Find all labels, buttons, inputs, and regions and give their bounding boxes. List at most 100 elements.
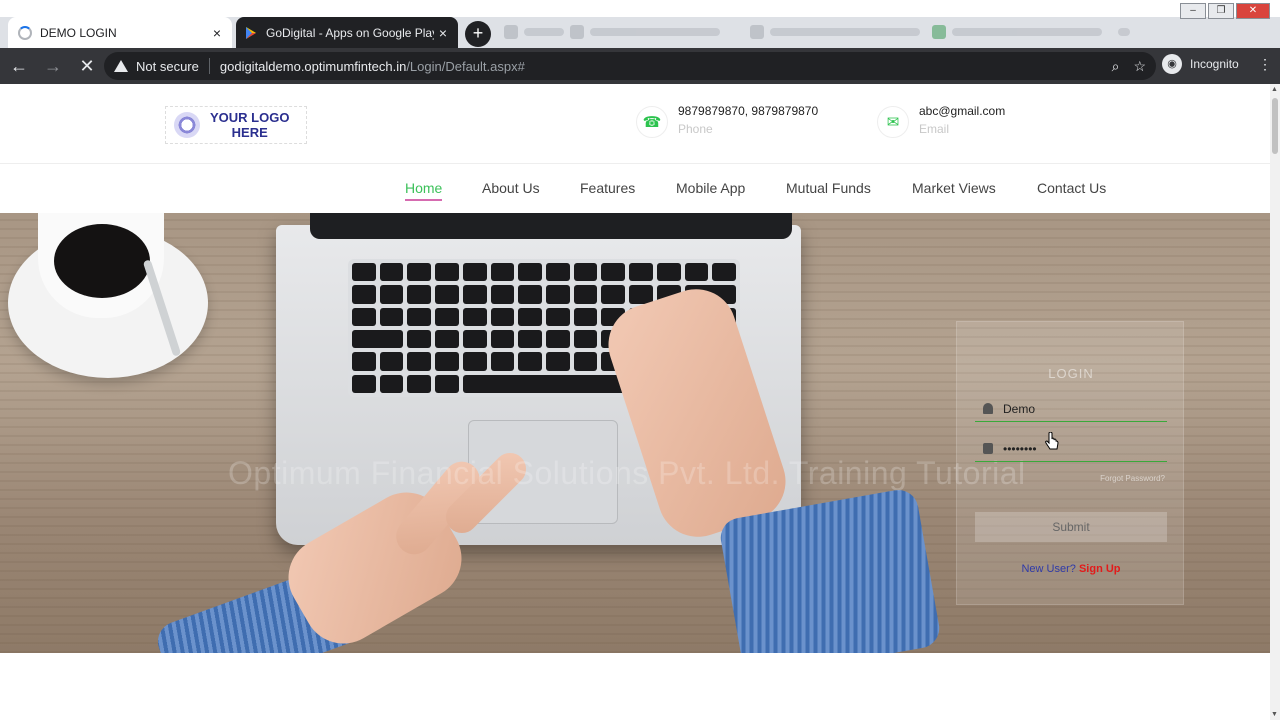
user-icon <box>983 403 993 414</box>
sign-up-link[interactable]: Sign Up <box>1079 563 1121 575</box>
forward-button[interactable]: → <box>38 51 68 81</box>
window-close-button[interactable]: ✕ <box>1236 3 1270 19</box>
zoom-icon[interactable]: ⌕ <box>1112 58 1120 75</box>
email-label: Email <box>919 122 950 136</box>
tab-close-icon[interactable]: × <box>208 25 226 41</box>
background-tab[interactable] <box>932 24 1102 40</box>
keyboard-key <box>573 263 598 282</box>
email-value: abc@gmail.com <box>919 104 1006 118</box>
keyboard-key <box>379 263 404 282</box>
address-bar[interactable]: Not secure godigitaldemo.optimumfintech.… <box>104 52 1156 80</box>
keyboard-key <box>712 263 736 282</box>
nav-about-us[interactable]: About Us <box>482 180 540 196</box>
keyboard-key <box>545 352 570 371</box>
phone-icon: ☎ <box>636 106 668 138</box>
keyboard-key <box>656 263 681 282</box>
username-input[interactable] <box>1003 401 1163 416</box>
window-controls: – ❐ ✕ <box>1180 3 1270 19</box>
keyboard-key <box>518 263 542 282</box>
url-path: /Login/Default.aspx# <box>406 58 525 74</box>
password-field[interactable] <box>975 436 1167 462</box>
nav-home[interactable]: Home <box>405 180 443 201</box>
background-tab[interactable] <box>504 24 564 40</box>
logo-mark-icon <box>174 112 200 138</box>
keyboard-key <box>435 374 459 393</box>
warning-icon <box>114 60 128 72</box>
incognito-indicator[interactable]: ◉ Incognito <box>1162 54 1239 74</box>
nav-mobile-app[interactable]: Mobile App <box>676 180 745 196</box>
scroll-down-icon[interactable]: ▼ <box>1271 711 1278 718</box>
minimize-button[interactable]: – <box>1180 3 1206 19</box>
background-tab[interactable] <box>570 24 720 40</box>
login-title: LOGIN <box>1048 366 1094 381</box>
page-scrollbar[interactable]: ▲ ▼ <box>1270 84 1280 720</box>
tab-strip: – ❐ ✕ DEMO LOGIN × GoDigital - Apps on G… <box>0 0 1280 48</box>
keyboard-key <box>490 307 515 326</box>
keyboard-key <box>352 374 376 393</box>
logo-text-line1: YOUR LOGO <box>210 110 290 125</box>
keyboard-key <box>490 263 515 282</box>
keyboard-key <box>573 330 598 349</box>
browser-menu-icon[interactable]: ⋮ <box>1258 56 1272 73</box>
keyboard-key <box>379 307 404 326</box>
keyboard-key <box>601 263 626 282</box>
bookmark-star-icon[interactable]: ☆ <box>1133 58 1146 75</box>
security-label[interactable]: Not secure <box>136 59 199 74</box>
nav-mutual-funds[interactable]: Mutual Funds <box>786 180 871 196</box>
tab-title: GoDigital - Apps on Google Play <box>266 25 434 40</box>
nav-market-views[interactable]: Market Views <box>912 180 996 196</box>
keyboard-key <box>518 285 542 304</box>
keyboard-key <box>407 263 432 282</box>
keyboard-key <box>352 352 376 371</box>
new-tab-button[interactable]: + <box>465 21 491 47</box>
keyboard-key <box>407 307 432 326</box>
contact-email: ✉ abc@gmail.com Email <box>877 104 1005 138</box>
keyboard-key <box>518 307 542 326</box>
keyboard-key <box>601 285 626 304</box>
tab-godigital[interactable]: GoDigital - Apps on Google Play × <box>236 17 458 48</box>
loading-spinner-icon <box>18 25 32 40</box>
phone-value: 9879879870, 9879879870 <box>678 104 819 118</box>
hand-cursor-icon <box>1045 432 1059 450</box>
keyboard-key <box>629 263 653 282</box>
keyboard-key <box>407 374 432 393</box>
keyboard-key <box>462 263 487 282</box>
restore-button[interactable]: ❐ <box>1208 3 1234 19</box>
nav-contact-us[interactable]: Contact Us <box>1037 180 1106 196</box>
back-button[interactable]: ← <box>4 51 34 81</box>
keyboard-key <box>379 285 404 304</box>
keyboard-key <box>352 263 376 282</box>
url-host: godigitaldemo.optimumfintech.in <box>219 58 407 74</box>
keyboard-key <box>490 352 515 371</box>
phone-label: Phone <box>678 122 713 136</box>
tab-close-icon[interactable]: × <box>434 25 452 41</box>
username-field[interactable] <box>975 396 1167 422</box>
stop-loading-button[interactable]: ✕ <box>72 51 102 81</box>
keyboard-key <box>545 263 570 282</box>
keyboard-key <box>684 263 709 282</box>
keyboard-key <box>462 330 487 349</box>
site-logo[interactable]: YOUR LOGO HERE <box>165 106 307 144</box>
keyboard-key <box>545 330 570 349</box>
main-nav: Home About Us Features Mobile App Mutual… <box>0 164 1270 213</box>
lock-icon <box>983 443 993 454</box>
keyboard-key <box>435 352 459 371</box>
background-tab[interactable] <box>1118 24 1130 40</box>
forgot-password-link[interactable]: Forgot Password? <box>1100 474 1165 483</box>
tab-demo-login[interactable]: DEMO LOGIN × <box>8 17 232 48</box>
submit-button[interactable]: Submit <box>975 512 1167 542</box>
keyboard-key <box>629 285 653 304</box>
scroll-thumb[interactable] <box>1272 98 1278 154</box>
password-input[interactable] <box>1003 441 1163 456</box>
web-page: YOUR LOGO HERE ☎ 9879879870, 9879879870 … <box>0 84 1270 720</box>
keyboard-key <box>573 307 598 326</box>
nav-features[interactable]: Features <box>580 180 635 196</box>
scroll-up-icon[interactable]: ▲ <box>1271 86 1278 93</box>
keyboard-key <box>435 330 459 349</box>
background-tab[interactable] <box>750 24 920 40</box>
keyboard-key <box>407 352 432 371</box>
keyboard-key <box>435 285 459 304</box>
watermark-text: Optimum Financial Solutions Pvt. Ltd. Tr… <box>228 455 1026 491</box>
coffee-cup-image <box>8 213 208 378</box>
keyboard-key <box>518 352 542 371</box>
